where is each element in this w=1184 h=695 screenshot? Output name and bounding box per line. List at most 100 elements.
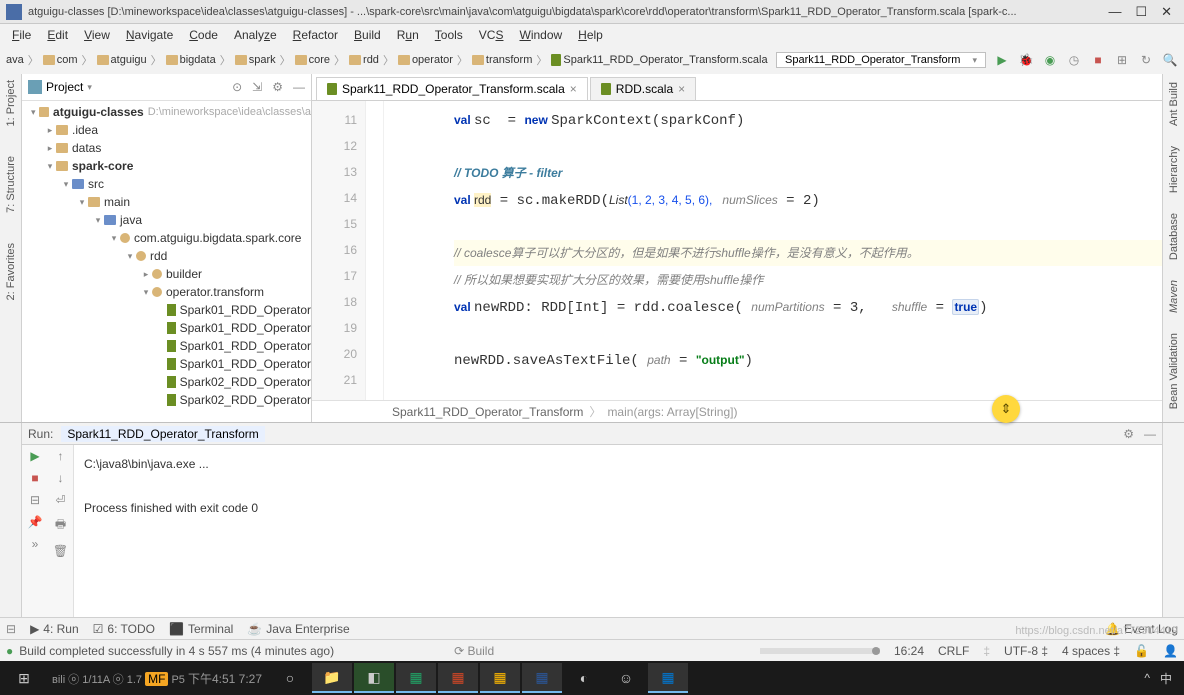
status-indent[interactable]: 4 spaces ‡	[1062, 644, 1120, 658]
tool-todo[interactable]: ☑ 6: TODO	[93, 622, 155, 636]
crumb-item[interactable]: ava	[6, 54, 24, 66]
crumb-item[interactable]: core	[309, 54, 330, 66]
down-button[interactable]: ↓	[58, 471, 64, 485]
hide-icon[interactable]: —	[293, 80, 305, 94]
tree-item[interactable]: ▾operator.transform	[22, 283, 311, 301]
task-browser[interactable]: ▦	[480, 663, 520, 693]
tab-spark11[interactable]: Spark11_RDD_Operator_Transform.scala ×	[316, 77, 588, 100]
menu-navigate[interactable]: Navigate	[118, 26, 181, 44]
task-vscode[interactable]: ▦	[648, 663, 688, 693]
start-button[interactable]: ⊞	[4, 663, 44, 693]
search-everywhere-button[interactable]: 🔍	[1162, 52, 1178, 68]
gear-icon[interactable]: ⚙	[272, 80, 283, 94]
project-tree[interactable]: ▾ atguigu-classes D:\mineworkspace\idea\…	[22, 101, 311, 411]
tree-item[interactable]: ▾src	[22, 175, 311, 193]
status-indicator-icon[interactable]: ●	[6, 644, 13, 658]
tree-item[interactable]: ▸datas	[22, 139, 311, 157]
crumb-item[interactable]: com	[57, 54, 78, 66]
tree-item[interactable]: ▾main	[22, 193, 311, 211]
task-powerpoint[interactable]: ▦	[438, 663, 478, 693]
tab-rdd[interactable]: RDD.scala ×	[590, 77, 696, 100]
print-button[interactable]: 🖶	[55, 515, 66, 536]
wrap-button[interactable]: ⏎	[55, 493, 65, 507]
run-button[interactable]: ▶	[994, 52, 1010, 68]
tool-ant[interactable]: Ant Build	[1168, 82, 1180, 126]
tree-item[interactable]: ▾rdd	[22, 247, 311, 265]
tree-item[interactable]: Spark01_RDD_Operator	[22, 337, 311, 355]
crumb-item[interactable]: Spark11_RDD_Operator_Transform.scala	[563, 54, 767, 66]
crumb-item[interactable]: operator	[412, 54, 453, 66]
coverage-button[interactable]: ◉	[1042, 52, 1058, 68]
menu-edit[interactable]: Edit	[39, 26, 76, 44]
chevron-down-icon[interactable]: ▾	[87, 82, 92, 93]
collapse-icon[interactable]: ⊟	[6, 622, 16, 636]
stop-button[interactable]: ■	[1090, 52, 1106, 68]
tool-javaee[interactable]: ☕ Java Enterprise	[247, 622, 349, 636]
editor-breadcrumb[interactable]: Spark11_RDD_Operator_Transform 〉 main(ar…	[312, 400, 1162, 422]
hide-icon[interactable]: —	[1144, 427, 1156, 441]
crumb-item[interactable]: transform	[486, 54, 532, 66]
menu-code[interactable]: Code	[181, 26, 226, 44]
status-encoding[interactable]: UTF-8 ‡	[1004, 644, 1048, 658]
up-button[interactable]: ↑	[58, 449, 64, 463]
profile-button[interactable]: ◷	[1066, 52, 1082, 68]
status-crlf[interactable]: CRLF	[938, 644, 969, 658]
tree-item[interactable]: Spark02_RDD_Operator	[22, 391, 311, 409]
tool-terminal[interactable]: ⬛ Terminal	[169, 622, 233, 636]
run-output[interactable]: C:\java8\bin\java.exe ... Process finish…	[74, 445, 1162, 617]
gear-icon[interactable]: ⚙	[1123, 427, 1134, 441]
tool-bean-validation[interactable]: Bean Validation	[1168, 333, 1180, 409]
menu-view[interactable]: View	[76, 26, 118, 44]
tool-hierarchy[interactable]: Hierarchy	[1168, 146, 1180, 193]
more-button[interactable]: »	[32, 537, 39, 551]
tool-run[interactable]: ▶ 4: Run	[30, 622, 79, 636]
task-cortana[interactable]: ○	[270, 663, 310, 693]
update-button[interactable]: ↻	[1138, 52, 1154, 68]
tree-root[interactable]: ▾ atguigu-classes D:\mineworkspace\idea\…	[22, 103, 311, 121]
run-config-name[interactable]: Spark11_RDD_Operator_Transform	[61, 426, 264, 442]
tool-maven[interactable]: Maven	[1168, 280, 1180, 313]
crumb-item[interactable]: spark	[249, 54, 276, 66]
menu-help[interactable]: Help	[570, 26, 611, 44]
tree-item[interactable]: ▸.idea	[22, 121, 311, 139]
inspector-icon[interactable]: 👤	[1163, 644, 1178, 658]
task-word[interactable]: ▦	[522, 663, 562, 693]
stop-button[interactable]: ■	[31, 471, 38, 485]
layout-button[interactable]: ⊟	[30, 493, 40, 507]
tree-item[interactable]: ▾spark-core	[22, 157, 311, 175]
debug-button[interactable]: 🐞	[1018, 52, 1034, 68]
fold-gutter[interactable]	[366, 101, 384, 400]
task-app[interactable]: ◐	[564, 663, 604, 693]
task-intellij[interactable]: ◧	[354, 663, 394, 693]
rerun-button[interactable]: ▶	[30, 449, 39, 463]
crumb-class[interactable]: Spark11_RDD_Operator_Transform	[392, 405, 583, 419]
menu-refactor[interactable]: Refactor	[285, 26, 346, 44]
menu-file[interactable]: File	[4, 26, 39, 44]
clear-button[interactable]: 🗑	[53, 544, 68, 558]
code-area[interactable]: val sc = new SparkContext(sparkConf) // …	[384, 101, 1162, 400]
tree-item[interactable]: Spark01_RDD_Operator	[22, 319, 311, 337]
menu-vcs[interactable]: VCS	[471, 26, 512, 44]
tool-structure[interactable]: 7: Structure	[5, 156, 17, 213]
tray-ime[interactable]: 中	[1160, 670, 1172, 687]
close-tab-icon[interactable]: ×	[678, 82, 685, 96]
project-header-label[interactable]: Project	[46, 80, 83, 94]
menu-tools[interactable]: Tools	[427, 26, 471, 44]
crumb-item[interactable]: bigdata	[180, 54, 216, 66]
crumb-method[interactable]: main(args: Array[String])	[607, 405, 737, 419]
tool-favorites[interactable]: 2: Favorites	[5, 243, 17, 300]
crumb-item[interactable]: atguigu	[111, 54, 147, 66]
run-config-dropdown[interactable]: Spark11_RDD_Operator_Transform	[776, 52, 986, 68]
crumb-item[interactable]: rdd	[363, 54, 379, 66]
minimize-button[interactable]: —	[1108, 4, 1121, 20]
tree-item[interactable]: Spark01_RDD_Operator	[22, 301, 311, 319]
tool-database[interactable]: Database	[1168, 213, 1180, 260]
task-smile[interactable]: ☺	[606, 663, 646, 693]
maximize-button[interactable]: ☐	[1135, 4, 1147, 20]
close-button[interactable]: ✕	[1161, 4, 1172, 20]
task-explorer[interactable]: 📁	[312, 663, 352, 693]
menu-run[interactable]: Run	[389, 26, 427, 44]
tool-project[interactable]: 1: Project	[5, 80, 17, 126]
lock-icon[interactable]: 🔓	[1134, 644, 1149, 658]
expand-all-icon[interactable]: ⇲	[252, 80, 262, 94]
